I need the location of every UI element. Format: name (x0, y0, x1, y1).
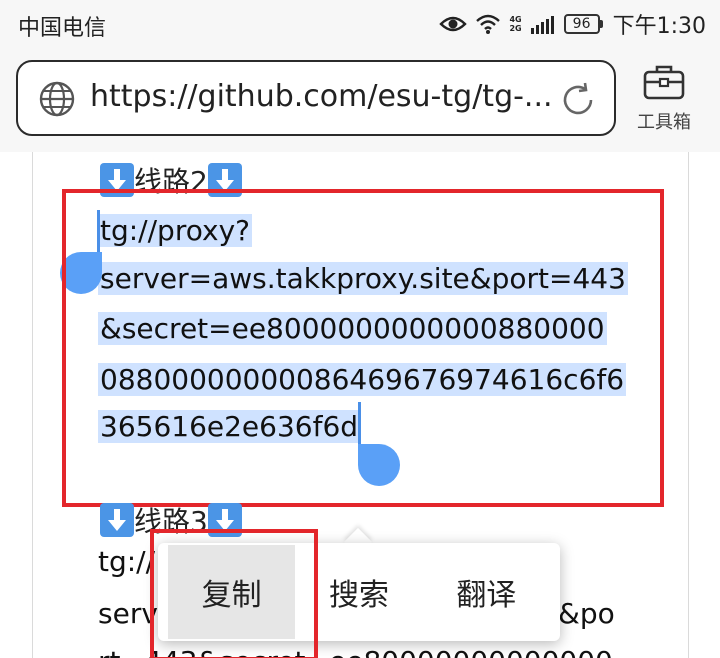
reload-icon[interactable] (558, 80, 598, 124)
toolbox-icon (626, 62, 702, 102)
eye-icon (439, 14, 468, 34)
battery-indicator: 96 (563, 14, 603, 34)
network-type: 4G 2G (509, 15, 521, 33)
status-icons: 4G 2G 96 下午1:30 (439, 9, 706, 39)
annotation-highlight-box (62, 189, 664, 507)
content-border-right (688, 152, 689, 658)
status-bar: 中国电信 4G 2G 96 下午1:30 (0, 0, 720, 48)
signal-icon (530, 14, 556, 34)
down-arrow-icon (100, 503, 134, 537)
translate-menu-item[interactable]: 翻译 (423, 545, 550, 639)
globe-icon (38, 80, 76, 122)
toolbox-label: 工具箱 (637, 112, 691, 133)
url-text[interactable]: https://github.com/esu-tg/tg-... (90, 79, 552, 114)
content-border-left (32, 152, 33, 658)
toolbox-button[interactable]: 工具箱 (626, 62, 702, 142)
network-bottom-label: 2G (509, 24, 522, 33)
network-top-label: 4G (509, 15, 522, 24)
battery-tip (599, 20, 603, 28)
route3-text-line: tg:// (98, 545, 156, 578)
browser-toolbar: https://github.com/esu-tg/tg-... 工具箱 (0, 48, 720, 152)
battery-level: 96 (563, 14, 600, 34)
clock: 下午1:30 (612, 14, 706, 39)
annotation-copy-highlight-box (150, 529, 318, 658)
carrier-name: 中国电信 (18, 16, 107, 41)
address-bar[interactable]: https://github.com/esu-tg/tg-... (16, 60, 616, 136)
route3-text-line: serv (98, 597, 158, 630)
wifi-icon (475, 13, 501, 35)
route3-text-line: &po (558, 597, 615, 630)
